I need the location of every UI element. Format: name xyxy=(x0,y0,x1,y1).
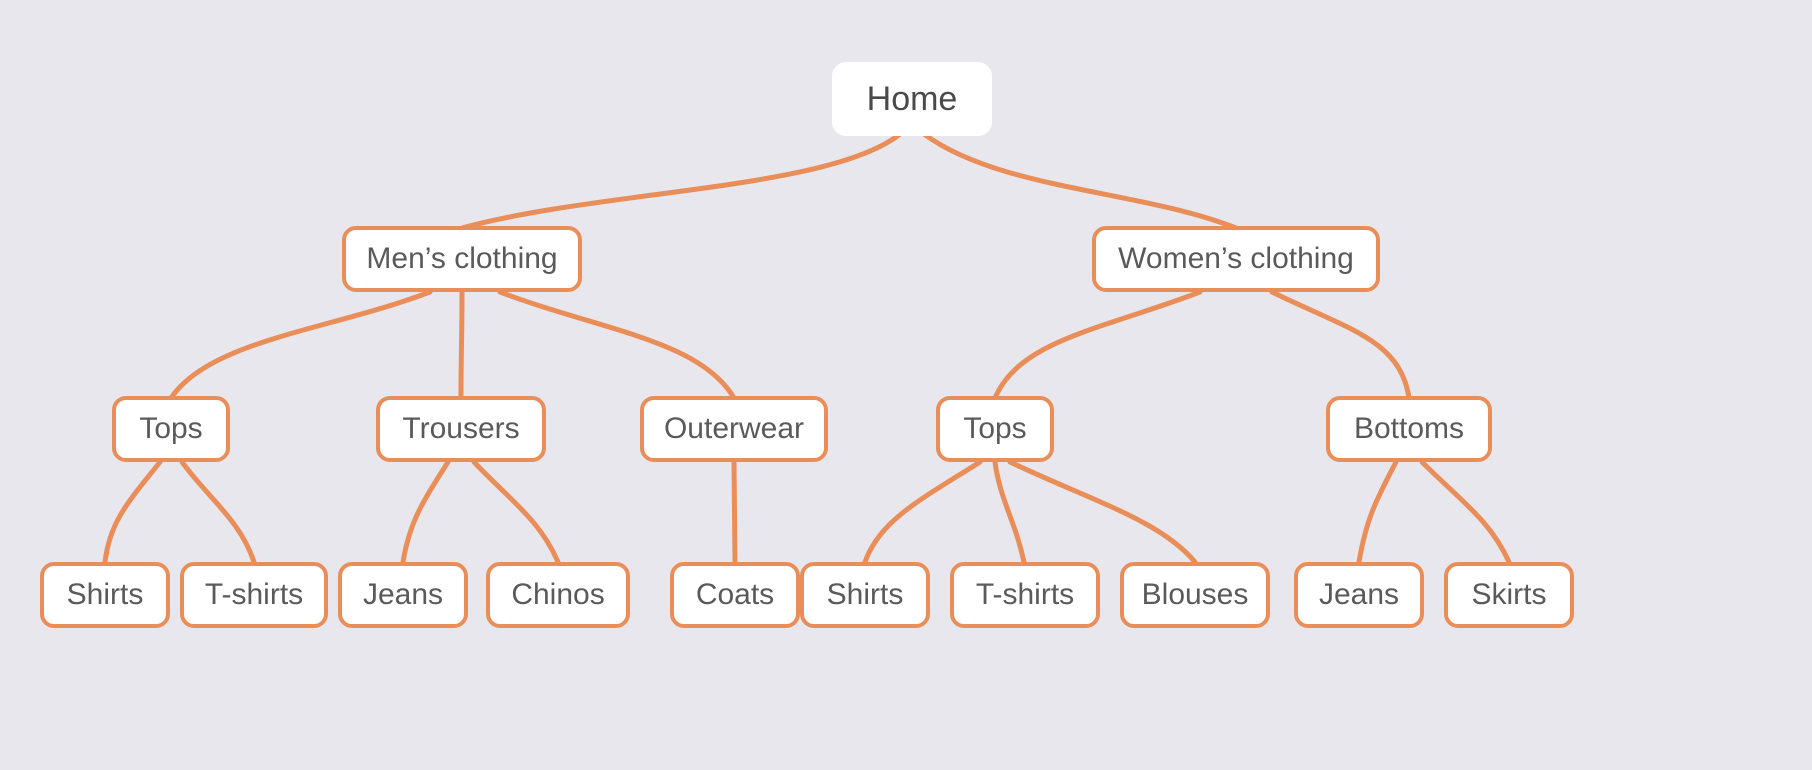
node-men-tshirts: T-shirts xyxy=(180,562,328,628)
node-women-skirts: Skirts xyxy=(1444,562,1574,628)
node-women-tshirts: T-shirts xyxy=(950,562,1100,628)
node-label: T-shirts xyxy=(976,578,1074,612)
node-mens-clothing: Men’s clothing xyxy=(342,226,582,292)
node-men-trousers: Trousers xyxy=(376,396,546,462)
node-home: Home xyxy=(832,62,992,136)
node-label: Jeans xyxy=(363,578,443,612)
node-women-jeans: Jeans xyxy=(1294,562,1424,628)
node-label: Jeans xyxy=(1319,578,1399,612)
node-women-bottoms: Bottoms xyxy=(1326,396,1492,462)
node-label: Outerwear xyxy=(664,412,804,446)
node-label: Women’s clothing xyxy=(1118,242,1354,276)
node-label: Blouses xyxy=(1142,578,1249,612)
node-label: Skirts xyxy=(1472,578,1547,612)
node-women-blouses: Blouses xyxy=(1120,562,1270,628)
node-womens-clothing: Women’s clothing xyxy=(1092,226,1380,292)
node-men-coats: Coats xyxy=(670,562,800,628)
node-men-tops: Tops xyxy=(112,396,230,462)
node-label: Trousers xyxy=(402,412,519,446)
node-label: Chinos xyxy=(511,578,604,612)
node-label: T-shirts xyxy=(205,578,303,612)
node-label: Coats xyxy=(696,578,774,612)
node-label: Home xyxy=(867,80,958,119)
node-women-shirts: Shirts xyxy=(800,562,930,628)
node-label: Men’s clothing xyxy=(366,242,557,276)
node-label: Bottoms xyxy=(1354,412,1464,446)
node-label: Tops xyxy=(963,412,1026,446)
node-men-chinos: Chinos xyxy=(486,562,630,628)
node-men-jeans: Jeans xyxy=(338,562,468,628)
node-men-shirts: Shirts xyxy=(40,562,170,628)
node-label: Shirts xyxy=(67,578,144,612)
node-women-tops: Tops xyxy=(936,396,1054,462)
node-men-outerwear: Outerwear xyxy=(640,396,828,462)
node-label: Tops xyxy=(139,412,202,446)
sitemap-diagram: Home Men’s clothing Women’s clothing Top… xyxy=(0,0,1812,770)
node-label: Shirts xyxy=(827,578,904,612)
